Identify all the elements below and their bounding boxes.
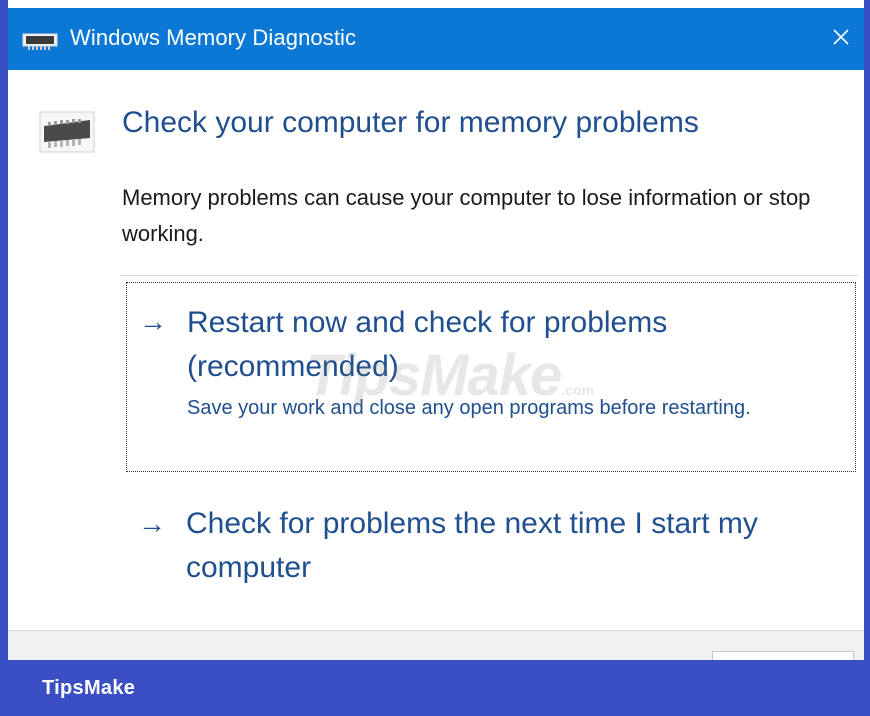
frame-edge-right: [864, 0, 870, 716]
memory-chip-icon: [22, 31, 58, 56]
close-button[interactable]: [818, 8, 864, 70]
description-text: Memory problems can cause your computer …: [122, 185, 811, 246]
restart-now-label: Restart now and check for problems (reco…: [187, 306, 668, 383]
brand-bar: TipsMake: [0, 660, 870, 716]
close-icon: [832, 28, 850, 51]
page-title: Check your computer for memory problems: [122, 106, 699, 139]
window-title: Windows Memory Diagnostic: [70, 25, 357, 50]
dialog-footer: [8, 630, 864, 672]
arrow-right-icon: →: [139, 306, 167, 337]
frame-edge-left: [0, 0, 8, 716]
dialog-content: Check your computer for memory problems …: [8, 70, 864, 630]
divider: [120, 275, 858, 276]
arrow-right-icon: →: [138, 508, 166, 539]
check-next-start-option[interactable]: → Check for problems the next time I sta…: [126, 488, 854, 608]
restart-now-option[interactable]: → Restart now and check for problems (re…: [126, 282, 856, 472]
brand-label: TipsMake: [42, 677, 136, 699]
title-bar: Windows Memory Diagnostic: [8, 8, 864, 70]
check-next-start-label: Check for problems the next time I start…: [186, 507, 758, 584]
restart-now-subtitle: Save your work and close any open progra…: [187, 397, 751, 419]
memory-chip-icon: [38, 110, 96, 159]
